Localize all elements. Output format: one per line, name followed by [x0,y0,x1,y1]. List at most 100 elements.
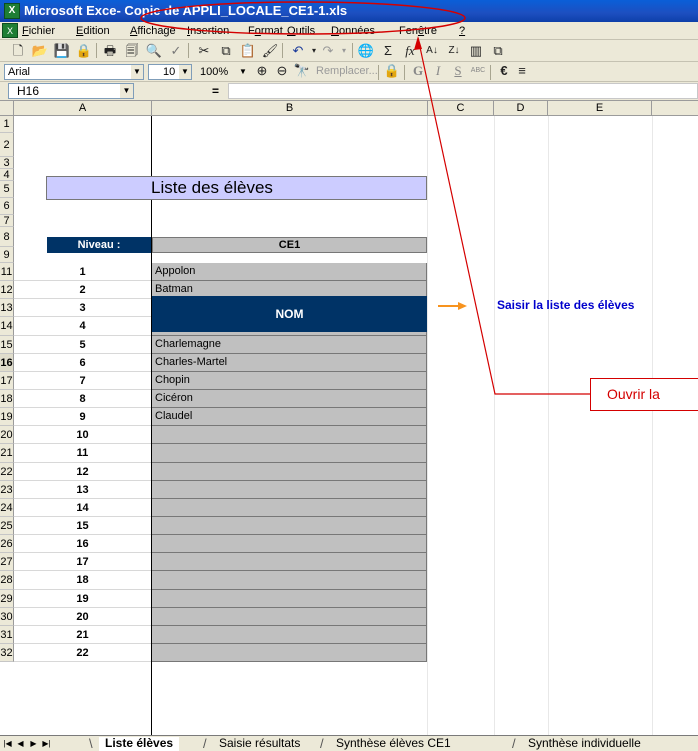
menu-item[interactable]: Edition [76,25,110,37]
open-folder-icon[interactable]: 📂 [30,42,50,60]
student-name-cell[interactable] [152,535,427,554]
row-header[interactable]: 1 [0,116,14,133]
chevron-down-icon[interactable]: ▼ [120,84,133,98]
font-size-select[interactable]: 10 ▼ [148,64,192,80]
sheet-title-cell[interactable]: Liste des élèves [46,176,427,200]
student-number-cell[interactable]: 12 [14,463,151,481]
row-header[interactable]: 17 [0,371,14,390]
sheet-tab[interactable]: Synthèse individuelle [522,737,647,751]
menu-item[interactable]: Données [331,25,375,37]
student-number-cell[interactable]: 11 [14,444,151,463]
row-header[interactable]: 5 [0,181,14,198]
underline-icon[interactable]: S [448,62,468,80]
student-number-cell[interactable]: 8 [14,390,151,409]
strikethrough-icon[interactable]: ABC [468,62,488,80]
sheet-tab[interactable]: Synthèse élèves CE1 [330,737,457,751]
copy-icon[interactable]: ⧉ [216,42,236,60]
row-header[interactable]: 21 [0,444,14,463]
student-name-cell[interactable]: Appolon [152,263,427,282]
student-number-cell[interactable]: 21 [14,626,151,644]
chart-wizard-icon[interactable]: ▥ [466,42,486,60]
last-sheet-icon[interactable]: ▶| [41,737,52,750]
student-name-cell[interactable] [152,607,427,626]
row-header[interactable]: 24 [0,498,14,517]
print-icon[interactable]: 🖶 [100,42,120,60]
sheet-tab[interactable]: Liste élèves [99,737,180,751]
protect-icon[interactable]: 🔒 [382,62,402,80]
row-header[interactable]: 3 [0,157,14,169]
student-name-cell[interactable] [152,426,427,445]
bold-icon[interactable]: G [408,62,428,80]
column-header-b[interactable]: B [152,101,428,116]
next-sheet-icon[interactable]: ▶ [28,737,39,750]
column-header-a[interactable]: A [14,101,152,116]
column-header-d[interactable]: D [494,101,548,116]
student-number-cell[interactable]: 3 [14,299,151,318]
redo-dropdown-icon[interactable]: ▾ [334,42,354,60]
sort-ascending-icon[interactable]: A↓ [422,42,442,60]
new-document-icon[interactable]: 🗋 [8,42,28,60]
row-header[interactable]: 19 [0,408,14,427]
row-header[interactable]: 30 [0,607,14,626]
student-number-cell[interactable]: 6 [14,354,151,372]
format-painter-icon[interactable]: 🖌 [260,42,280,60]
menu-item[interactable]: Fenêtre [399,25,437,37]
student-number-cell[interactable]: 5 [14,336,151,354]
student-number-cell[interactable]: 20 [14,608,151,626]
select-all-corner[interactable] [0,101,14,116]
student-number-cell[interactable]: 4 [14,317,151,336]
print-preview-icon[interactable]: 🗐 [122,42,142,60]
student-number-cell[interactable]: 17 [14,553,151,572]
zoom-out-icon[interactable]: ⊖ [272,62,292,80]
row-header[interactable]: 9 [0,247,14,263]
row-header[interactable]: 32 [0,643,14,663]
row-header[interactable]: 2 [0,133,14,157]
name-box[interactable]: H16 ▼ [8,83,134,99]
menu-item[interactable]: Fichier [22,25,55,37]
row-header[interactable]: 15 [0,335,14,354]
cut-icon[interactable]: ✂ [194,42,214,60]
student-number-cell[interactable]: 10 [14,426,151,445]
chevron-down-icon[interactable]: ▼ [131,65,143,79]
row-header[interactable]: 20 [0,426,14,445]
column-header-f[interactable] [652,101,698,116]
menu-item[interactable]: Insertion [187,25,229,37]
save-icon[interactable]: 💾 [52,42,72,60]
prev-sheet-icon[interactable]: ◀ [15,737,26,750]
student-name-cell[interactable] [152,571,427,590]
row-header[interactable]: 8 [0,227,14,247]
workbook-icon[interactable]: X [2,23,18,38]
student-number-cell[interactable]: 7 [14,372,151,390]
align-icon[interactable]: ≡ [512,62,532,80]
excel-app-icon[interactable]: X [4,3,20,19]
spelling-icon[interactable]: ✓ [166,42,186,60]
student-number-cell[interactable]: 15 [14,517,151,536]
row-header[interactable]: 12 [0,281,14,300]
column-header-c[interactable]: C [428,101,494,116]
row-header[interactable]: 11 [0,263,14,282]
insert-function-equals[interactable]: = [212,84,219,98]
first-sheet-icon[interactable]: |◀ [2,737,13,750]
student-name-cell[interactable] [152,625,427,644]
menu-item[interactable]: Outils [287,25,315,37]
row-header[interactable]: 6 [0,198,14,215]
student-number-cell[interactable]: 9 [14,408,151,427]
sheet-tab[interactable]: Saisie résultats [213,737,306,751]
row-header[interactable]: 28 [0,571,14,590]
student-number-cell[interactable]: 2 [14,281,151,300]
row-header[interactable]: 23 [0,480,14,499]
drawing-icon[interactable]: ⧉ [488,42,508,60]
row-header[interactable]: 4 [0,169,14,181]
student-name-cell[interactable] [152,498,427,517]
row-header[interactable]: 13 [0,299,14,318]
paste-icon[interactable]: 📋 [238,42,258,60]
row-header[interactable]: 7 [0,215,14,227]
row-header[interactable]: 31 [0,625,14,644]
hyperlink-icon[interactable]: 🌐 [356,42,376,60]
student-number-cell[interactable]: 19 [14,590,151,608]
find-binoculars-icon[interactable]: 🔭 [292,62,312,80]
menu-item[interactable]: Affichage [130,25,176,37]
student-name-cell[interactable] [152,553,427,572]
student-name-cell[interactable]: Chopin [152,371,427,390]
font-name-select[interactable]: Arial ▼ [4,64,144,80]
